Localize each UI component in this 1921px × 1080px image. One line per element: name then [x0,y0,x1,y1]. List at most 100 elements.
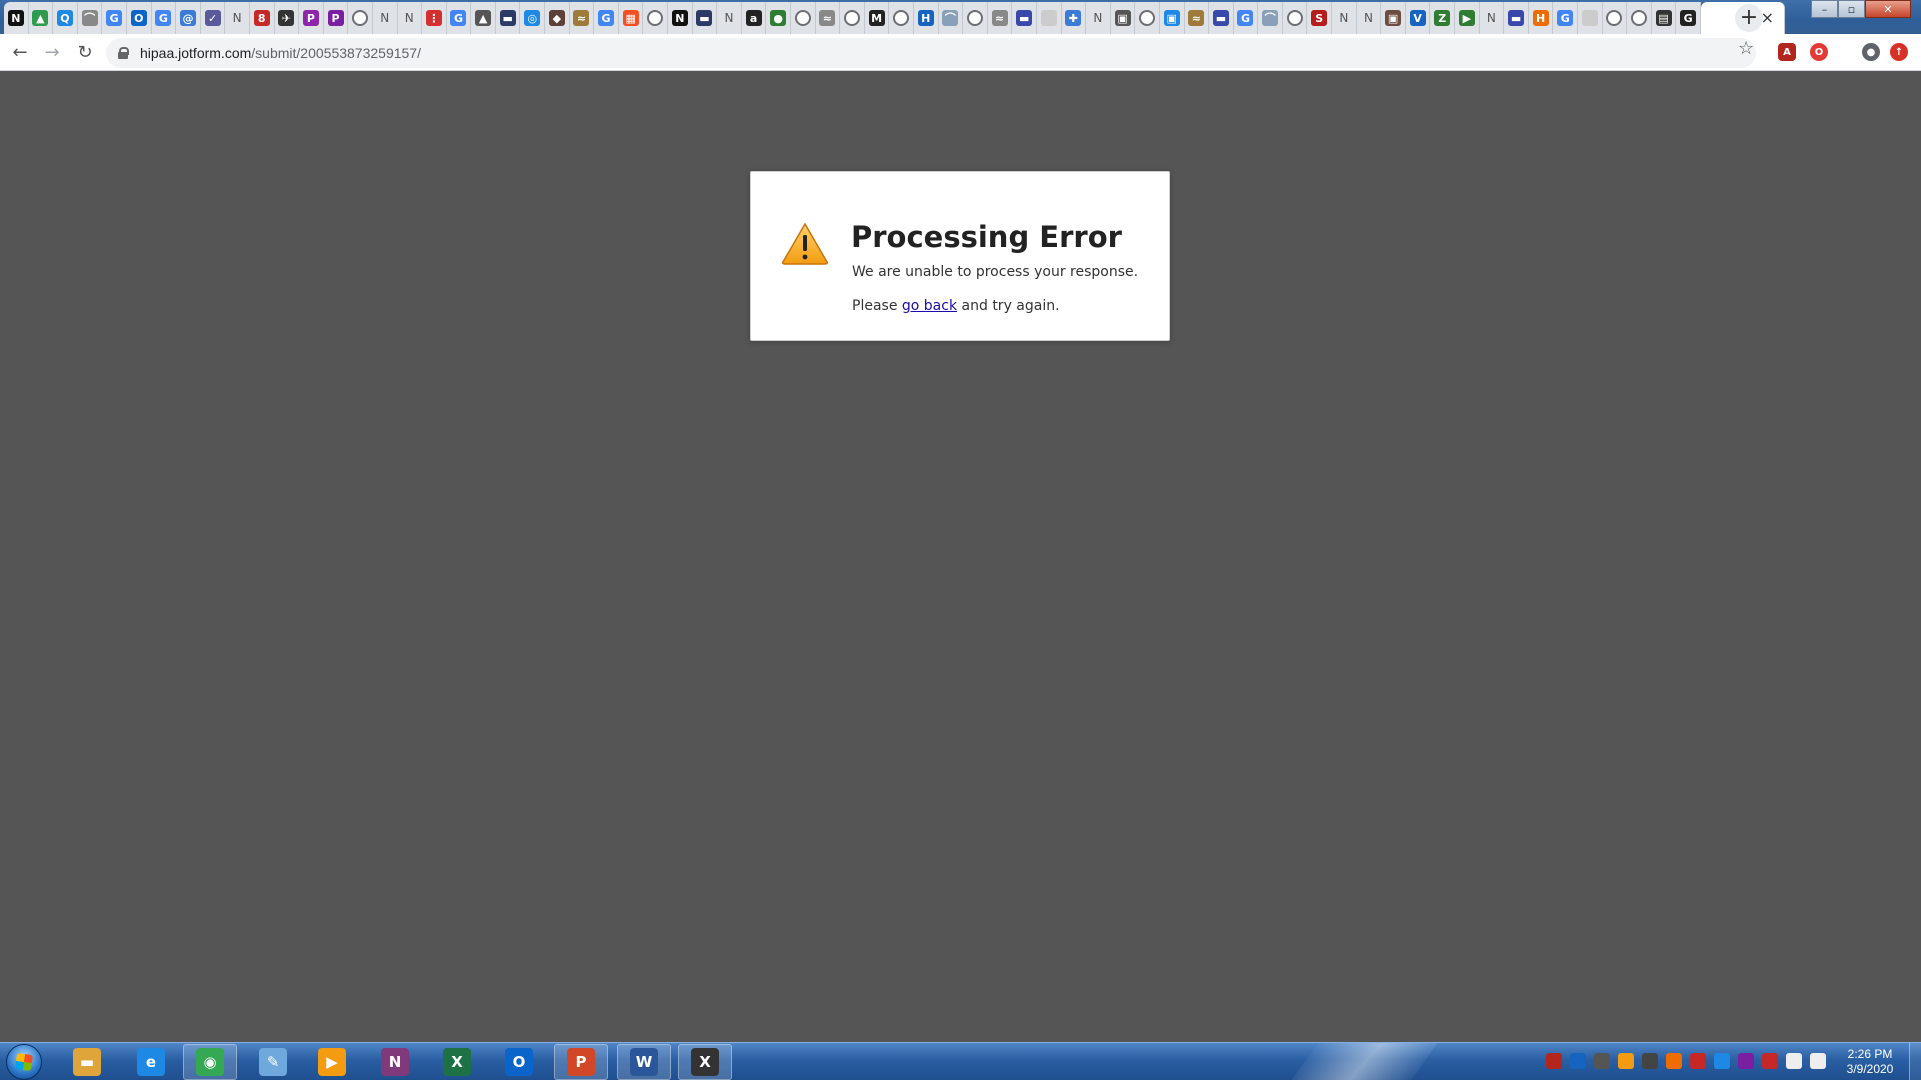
browser-tab[interactable]: ▣ [1110,2,1136,34]
tray-icon[interactable] [1810,1053,1826,1069]
lock-icon[interactable] [118,47,129,59]
browser-tab[interactable]: ⌒ [1258,2,1283,34]
go-back-link[interactable]: go back [902,298,957,314]
browser-tab[interactable]: N [1086,2,1111,34]
acrobat-extension-icon[interactable]: A [1778,43,1796,61]
browser-tab[interactable]: G [446,2,472,34]
tray-icon[interactable] [1762,1053,1778,1069]
taskbar-media-player-button[interactable]: ▶ [305,1044,359,1080]
browser-tab[interactable]: ◐ [1627,2,1652,34]
browser-tab[interactable]: ◐ [840,2,865,34]
browser-tab[interactable]: N [1356,2,1382,34]
clock[interactable]: 2:26 PM 3/9/2020 [1840,1047,1900,1077]
browser-tab[interactable]: Z [1430,2,1456,34]
browser-tab[interactable]: ▬ [1209,2,1234,34]
browser-tab[interactable]: M [864,2,890,34]
taskbar-outlook-button[interactable]: O [492,1044,546,1080]
new-tab-button[interactable]: + [1735,4,1763,32]
browser-tab[interactable] [1036,2,1062,34]
tray-icon[interactable] [1642,1053,1658,1069]
browser-tab[interactable]: Q [53,2,78,34]
browser-tab[interactable]: ▬ [1504,2,1529,34]
taskbar-x-app-button[interactable]: X [678,1044,732,1080]
taskbar-onenote-button[interactable]: N [368,1044,422,1080]
browser-tab[interactable]: ◐ [1282,2,1308,34]
browser-tab[interactable]: N [225,2,250,34]
taskbar-excel-button[interactable]: X [430,1044,484,1080]
url-text[interactable]: hipaa.jotform.com/submit/200553873259157… [140,45,421,61]
browser-tab[interactable] [1578,2,1603,34]
taskbar-paint-button[interactable]: ✎ [246,1044,300,1080]
browser-tab[interactable]: N [1479,2,1505,34]
browser-tab[interactable]: ≈ [987,2,1013,34]
browser-tab[interactable]: G [594,2,619,34]
browser-tab[interactable]: ◐ [1135,2,1160,34]
start-button[interactable] [6,1044,42,1080]
browser-tab[interactable]: ≈ [569,2,595,34]
browser-tab[interactable]: ▲ [471,2,496,34]
browser-tab[interactable]: ◐ [1602,2,1628,34]
tray-icon[interactable] [1714,1053,1730,1069]
browser-tab[interactable]: G [1553,2,1578,34]
browser-tab[interactable]: ▤ [1651,2,1677,34]
browser-tab[interactable]: ◆ [545,2,570,34]
tray-icon[interactable] [1618,1053,1634,1069]
maximize-button[interactable]: ▫ [1838,0,1865,18]
taskbar-explorer-button[interactable]: ▬ [60,1044,114,1080]
browser-tab[interactable]: N [4,2,29,34]
browser-tab[interactable]: ◎ [520,2,546,34]
show-desktop-button[interactable] [1909,1043,1921,1080]
browser-tab[interactable]: H [913,2,939,34]
browser-tab[interactable]: ◐ [348,2,373,34]
minimize-button[interactable]: – [1811,0,1838,18]
browser-tab[interactable]: N [1332,2,1357,34]
browser-tab[interactable]: ✚ [1061,2,1087,34]
browser-tab[interactable]: ▣ [1159,2,1185,34]
browser-tab[interactable]: V [1405,2,1431,34]
browser-tab[interactable]: ◐ [643,2,669,34]
browser-tab[interactable]: ✓ [200,2,226,34]
browser-tab[interactable]: ≈ [815,2,841,34]
browser-tab[interactable]: G [151,2,177,34]
browser-tab[interactable]: S [1307,2,1333,34]
forward-button[interactable]: → [40,41,64,65]
taskbar-powerpoint-button[interactable]: P [554,1044,608,1080]
browser-tab[interactable]: O [126,2,152,34]
browser-tab[interactable]: @ [176,2,201,34]
browser-tab[interactable]: ▬ [1012,2,1037,34]
browser-tab[interactable]: ◐ [963,2,988,34]
browser-tab[interactable]: ▶ [1455,2,1480,34]
back-button[interactable]: ← [8,41,32,65]
browser-tab[interactable]: ◐ [791,2,816,34]
browser-tab[interactable]: N [717,2,742,34]
tray-icon[interactable] [1570,1053,1586,1069]
browser-tab[interactable]: ◐ [889,2,914,34]
tray-icon[interactable] [1546,1053,1562,1069]
browser-tab[interactable]: H [1528,2,1554,34]
browser-tab[interactable]: ▦ [618,2,644,34]
browser-tab[interactable]: ≈ [1184,2,1210,34]
browser-tab[interactable]: N [372,2,398,34]
browser-tab[interactable]: ▬ [495,2,521,34]
address-bar[interactable]: hipaa.jotform.com/submit/200553873259157… [106,38,1756,68]
tray-icon[interactable] [1738,1053,1754,1069]
reload-button[interactable]: ↻ [73,41,97,65]
browser-tab[interactable]: 8 [249,2,275,34]
browser-tab[interactable]: N [668,2,693,34]
browser-tab[interactable]: G [1676,2,1701,34]
browser-tab[interactable]: ⌒ [77,2,103,34]
close-window-button[interactable]: ✕ [1865,0,1911,18]
browser-tab[interactable]: G [102,2,127,34]
update-icon[interactable]: ↑ [1890,43,1908,61]
browser-tab[interactable]: P [323,2,349,34]
browser-tab[interactable]: ● [766,2,791,34]
browser-tab[interactable]: ⌒ [938,2,964,34]
browser-tab[interactable]: G [1233,2,1259,34]
profile-icon[interactable]: ● [1862,43,1880,61]
browser-tab[interactable]: ▬ [692,2,718,34]
bookmark-star-icon[interactable]: ☆ [1738,40,1754,58]
tray-icon[interactable] [1594,1053,1610,1069]
browser-tab[interactable]: ▲ [28,2,54,34]
taskbar-word-button[interactable]: W [617,1044,671,1080]
tray-icon[interactable] [1690,1053,1706,1069]
